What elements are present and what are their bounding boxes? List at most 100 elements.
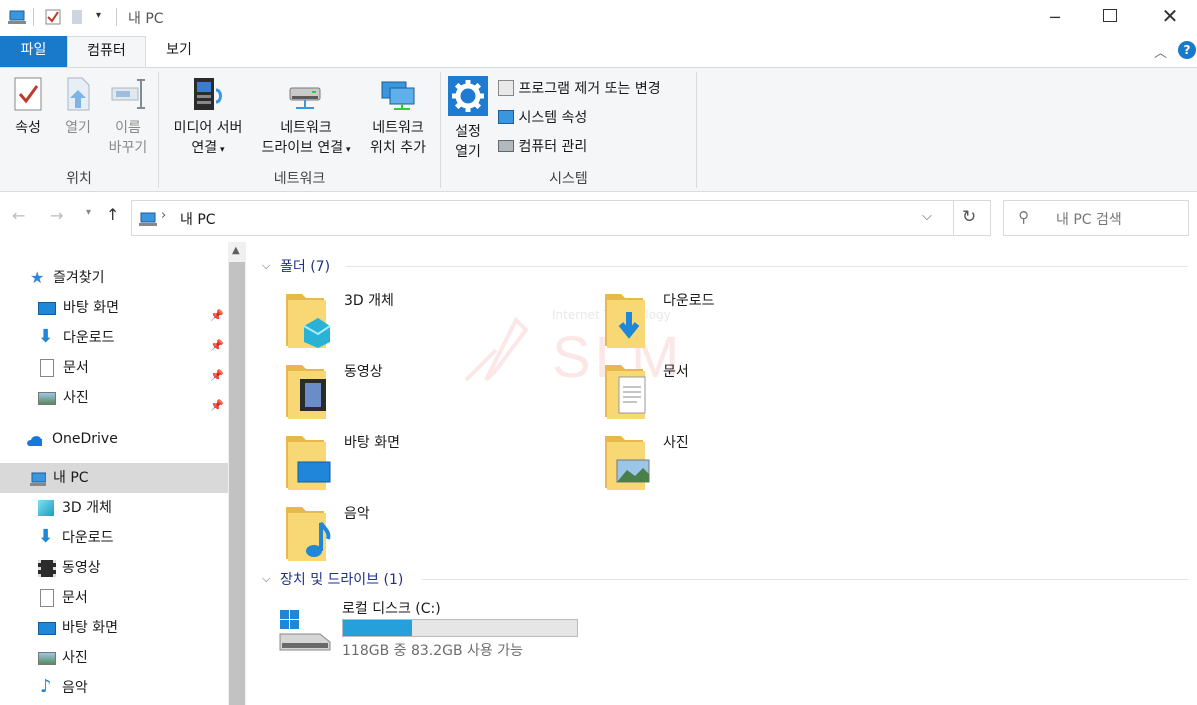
- navigation-pane: ★ 즐겨찾기 바탕 화면 📌 ⬇ 다운로드 📌 문서 📌 사진 📌 OneDri…: [0, 242, 228, 705]
- folder-videos[interactable]: 동영상: [284, 359, 584, 425]
- folder-downloads-icon: [605, 294, 645, 348]
- collapse-ribbon-icon[interactable]: ︿: [1154, 42, 1167, 61]
- breadcrumb-path[interactable]: 내 PC: [180, 209, 216, 229]
- nav-label: 사진: [62, 650, 88, 666]
- properties-check-icon[interactable]: [45, 9, 61, 25]
- open-icon: [67, 77, 90, 111]
- star-icon: ★: [30, 268, 45, 287]
- folder-downloads[interactable]: 다운로드: [603, 288, 903, 354]
- network-location-icon: [381, 81, 415, 110]
- address-history-icon[interactable]: ⌵: [922, 209, 932, 224]
- address-bar[interactable]: › 내 PC ⌵ ↻: [131, 200, 991, 236]
- folder-label: 동영상: [344, 364, 383, 380]
- folder-documents-icon: [605, 365, 646, 419]
- nav-quick-pictures[interactable]: 사진 📌: [0, 383, 228, 413]
- nav-scrollbar[interactable]: ▲: [228, 242, 246, 705]
- chevron-down-icon[interactable]: ⌵: [262, 572, 270, 586]
- dropdown-arrow-icon: ▾: [217, 145, 225, 155]
- properties-button[interactable]: 속성: [4, 76, 52, 138]
- nav-onedrive[interactable]: OneDrive: [0, 424, 228, 454]
- onedrive-cloud-icon: [27, 436, 42, 446]
- close-button[interactable]: ✕: [1160, 4, 1180, 28]
- nav-label: 내 PC: [53, 470, 89, 486]
- minimize-button[interactable]: ─: [1045, 8, 1065, 27]
- nav-label: 문서: [63, 360, 89, 376]
- drive-usage-bar: [342, 619, 578, 637]
- scroll-thumb[interactable]: [229, 262, 245, 705]
- video-film-icon: [38, 560, 56, 577]
- search-box[interactable]: ⚲ 내 PC 검색: [1003, 200, 1189, 236]
- nav-pc-videos[interactable]: 동영상: [0, 553, 228, 583]
- folder-pictures[interactable]: 사진: [603, 430, 903, 496]
- nav-quick-documents[interactable]: 문서 📌: [0, 353, 228, 383]
- nav-quick-access[interactable]: ★ 즐겨찾기: [0, 263, 228, 293]
- system-properties-button[interactable]: 시스템 속성: [498, 108, 587, 128]
- scroll-up-icon[interactable]: ▲: [232, 245, 240, 256]
- group-label-system: 시스템: [549, 171, 588, 187]
- refresh-icon[interactable]: ↻: [962, 207, 976, 227]
- nav-this-pc[interactable]: 내 PC: [0, 463, 228, 493]
- uninstall-program-button[interactable]: 프로그램 제거 또는 변경: [498, 79, 661, 99]
- nav-pc-downloads[interactable]: ⬇ 다운로드: [0, 523, 228, 553]
- add-location-label-1: 네트워크: [372, 120, 424, 136]
- section-header-devices[interactable]: 장치 및 드라이브 (1): [280, 569, 403, 589]
- nav-pc-3d-objects[interactable]: 3D 개체: [0, 493, 228, 523]
- window-title: 내 PC: [128, 11, 164, 27]
- rename-button[interactable]: 이름 바꾸기: [104, 76, 152, 158]
- settings-gear-icon: [448, 76, 488, 116]
- folder-videos-icon: [286, 365, 326, 419]
- up-arrow-icon[interactable]: ↑: [106, 205, 119, 224]
- nav-pc-desktop[interactable]: 바탕 화면: [0, 613, 228, 643]
- nav-pc-documents[interactable]: 문서: [0, 583, 228, 613]
- manage-computer-button[interactable]: 컴퓨터 관리: [498, 137, 587, 157]
- folder-label: 문서: [663, 364, 689, 380]
- back-arrow-icon[interactable]: ←: [12, 206, 25, 225]
- add-network-location-button[interactable]: 네트워크 위치 추가: [362, 76, 434, 158]
- section-header-folders[interactable]: 폴더 (7): [280, 256, 330, 276]
- folder-desktop[interactable]: 바탕 화면: [284, 430, 584, 496]
- breadcrumb-chevron-icon[interactable]: ›: [161, 208, 166, 223]
- document-icon: [40, 589, 54, 607]
- map-drive-label-2: 드라이브 연결: [261, 140, 344, 156]
- nav-quick-desktop[interactable]: 바탕 화면 📌: [0, 293, 228, 323]
- rename-label-2: 바꾸기: [108, 140, 148, 156]
- computer-management-icon: [498, 140, 514, 152]
- nav-label: 사진: [63, 390, 89, 406]
- open-settings-button[interactable]: 설정 열기: [446, 76, 490, 162]
- folder-music[interactable]: 음악: [284, 501, 584, 567]
- uninstall-icon: [498, 80, 514, 96]
- tab-view[interactable]: 보기: [146, 36, 212, 67]
- pin-icon[interactable]: 📌: [210, 391, 224, 421]
- new-folder-icon[interactable]: [70, 9, 84, 25]
- forward-arrow-icon[interactable]: →: [50, 206, 63, 225]
- properties-icon: [14, 77, 42, 111]
- map-drive-label-1: 네트워크: [280, 120, 332, 136]
- nav-pc-pictures[interactable]: 사진: [0, 643, 228, 673]
- drive-free-text: 118GB 중 83.2GB 사용 가능: [342, 643, 524, 659]
- pc-icon: [139, 212, 157, 226]
- folder-label: 3D 개체: [344, 293, 394, 309]
- open-button[interactable]: 열기: [56, 76, 100, 138]
- map-network-drive-button[interactable]: 네트워크 드라이브 연결 ▾: [252, 76, 360, 160]
- pc-icon: [30, 472, 46, 486]
- desktop-icon: [38, 622, 56, 635]
- media-server-button[interactable]: 미디어 서버 연결 ▾: [164, 76, 252, 160]
- maximize-button[interactable]: [1103, 9, 1117, 22]
- manage-label: 컴퓨터 관리: [518, 139, 588, 155]
- tab-computer[interactable]: 컴퓨터: [67, 36, 146, 68]
- drive-c[interactable]: 로컬 디스크 (C:) 118GB 중 83.2GB 사용 가능: [278, 598, 598, 659]
- nav-quick-downloads[interactable]: ⬇ 다운로드 📌: [0, 323, 228, 353]
- settings-label-2: 열기: [455, 144, 481, 160]
- recent-locations-icon[interactable]: ▾: [86, 207, 91, 218]
- folder-3d-objects[interactable]: 3D 개체: [284, 288, 584, 354]
- 3d-objects-icon: [38, 500, 54, 516]
- folder-music-icon: [286, 507, 331, 561]
- quick-access-dropdown-icon[interactable]: ▾: [96, 10, 101, 21]
- help-icon[interactable]: ?: [1178, 41, 1196, 59]
- tab-file[interactable]: 파일: [0, 36, 67, 67]
- address-row: ← → ▾ ↑ › 내 PC ⌵ ↻ ⚲ 내 PC 검색: [0, 192, 1197, 242]
- nav-pc-music[interactable]: ♪ 음악: [0, 673, 228, 703]
- folder-pictures-icon: [605, 436, 650, 490]
- folder-documents[interactable]: 문서: [603, 359, 903, 425]
- chevron-down-icon[interactable]: ⌵: [262, 259, 270, 273]
